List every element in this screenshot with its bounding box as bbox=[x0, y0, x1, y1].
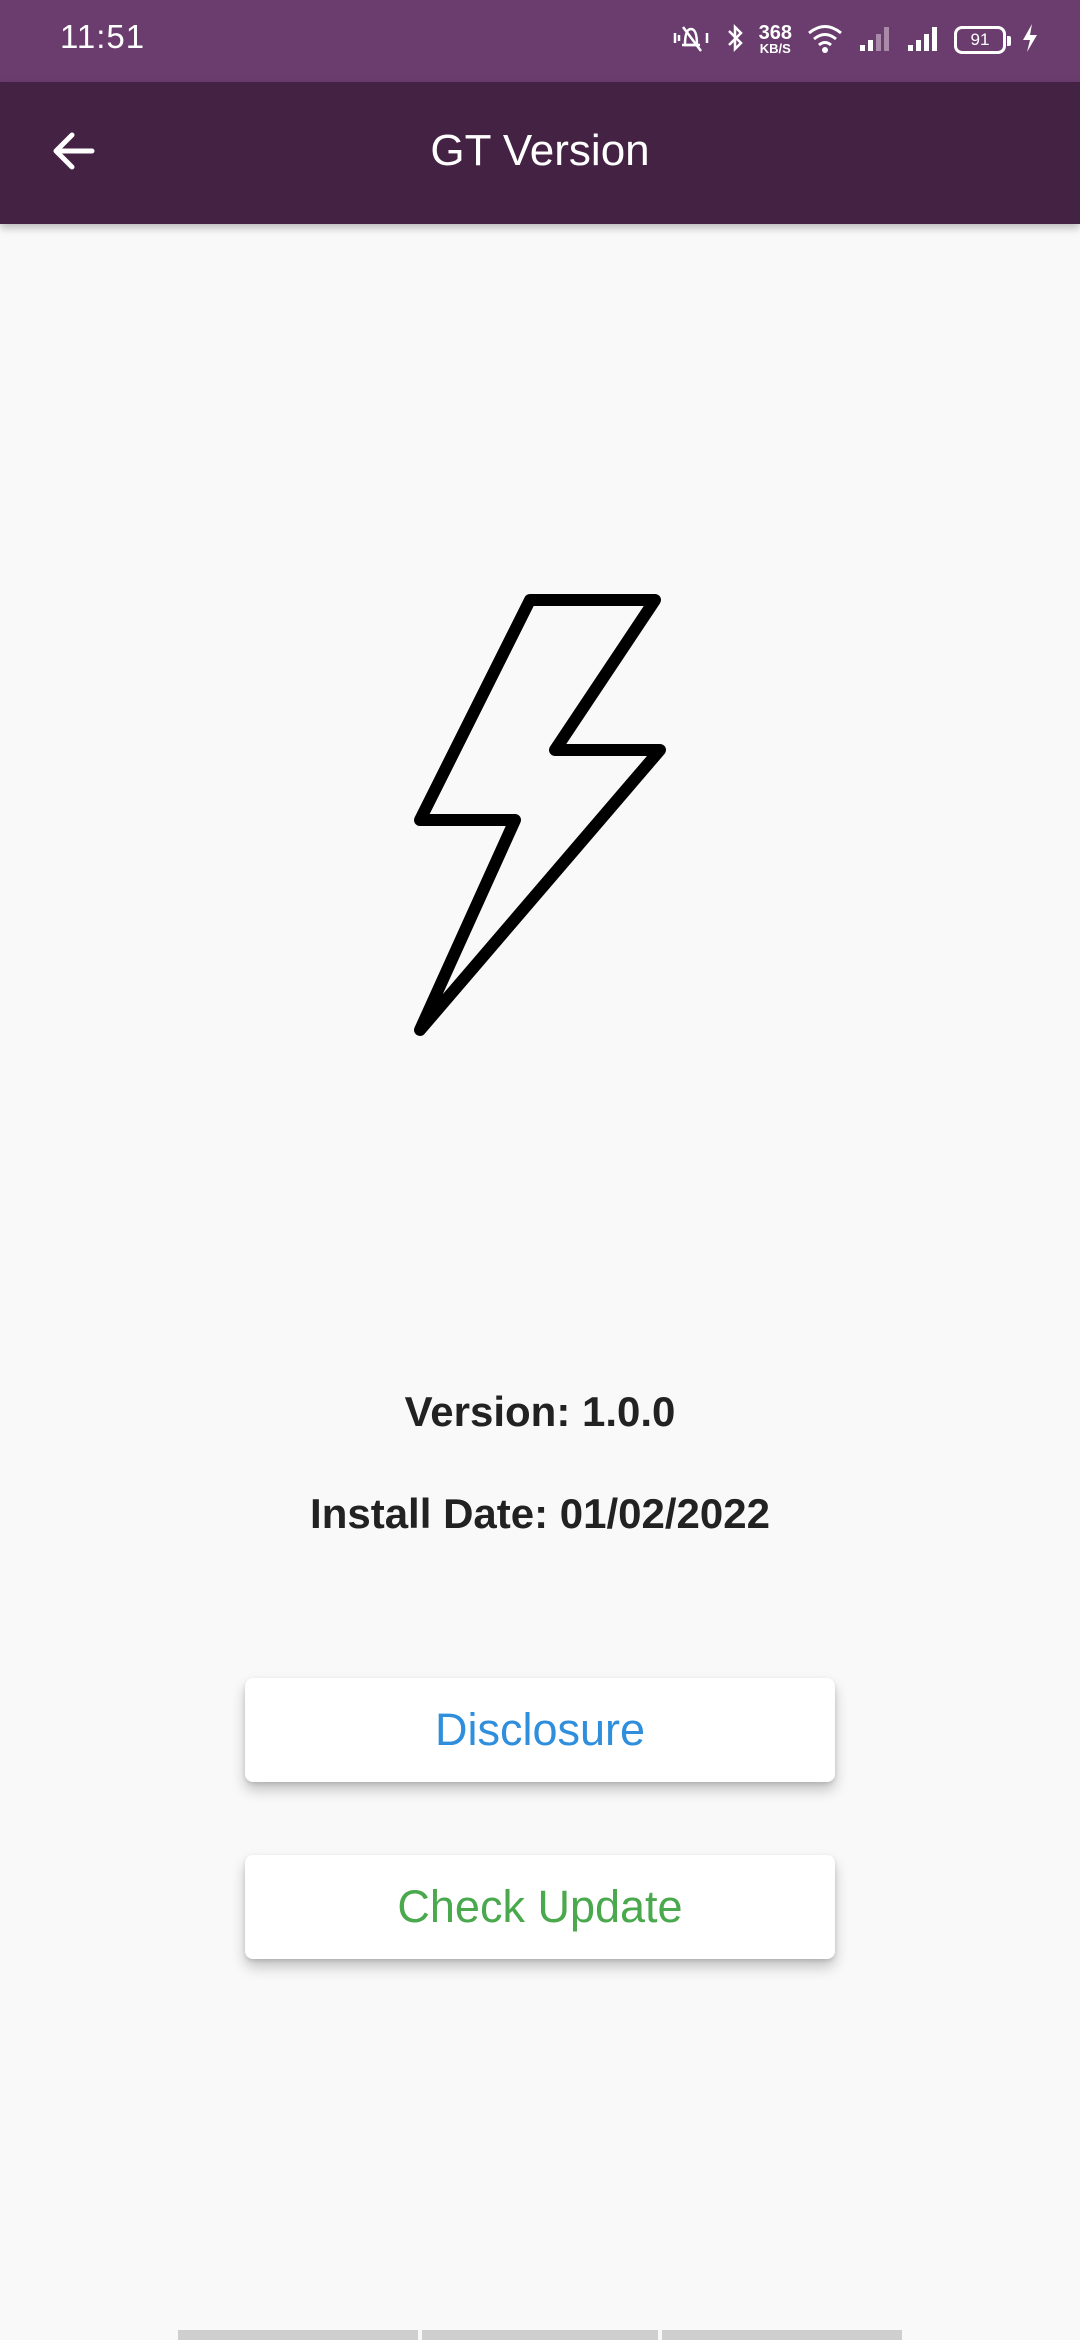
app-bar: GT Version bbox=[0, 82, 1080, 224]
bluetooth-icon bbox=[725, 22, 745, 59]
version-text: Version: 1.0.0 bbox=[404, 1388, 676, 1435]
check-update-button[interactable]: Check Update bbox=[245, 1855, 835, 1959]
install-date-text: Install Date: 01/02/2022 bbox=[310, 1490, 770, 1537]
battery-icon: 91 bbox=[954, 26, 1011, 54]
signal-weak-icon bbox=[858, 23, 892, 58]
vibrate-mute-icon bbox=[671, 21, 711, 60]
lightning-bolt-icon bbox=[410, 590, 670, 1040]
signal-icon bbox=[906, 23, 940, 58]
disclosure-button[interactable]: Disclosure bbox=[245, 1678, 835, 1782]
net-speed-value: 368 bbox=[758, 22, 792, 44]
page-title: GT Version bbox=[430, 126, 650, 175]
wifi-icon bbox=[806, 22, 844, 59]
net-speed: 368 KB/S bbox=[758, 22, 792, 56]
status-bar: 11:51 368 KB/S 91 bbox=[0, 0, 1080, 82]
charging-icon bbox=[1020, 22, 1040, 59]
nav-indicator-left bbox=[178, 2330, 418, 2340]
nav-indicator-center bbox=[422, 2330, 658, 2340]
status-icons: 368 KB/S 91 bbox=[671, 20, 1040, 60]
nav-indicator-right bbox=[662, 2330, 902, 2340]
net-speed-unit: KB/S bbox=[759, 41, 791, 56]
status-time: 11:51 bbox=[60, 18, 146, 55]
